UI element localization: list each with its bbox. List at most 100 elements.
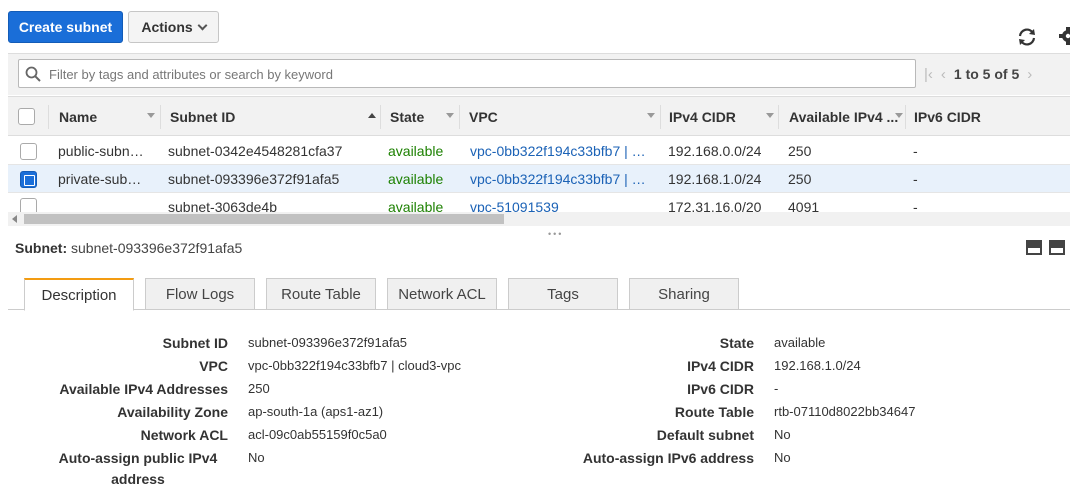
row-checkbox[interactable] bbox=[20, 143, 37, 160]
cell-ipv4-cidr: 172.31.16.0/20 bbox=[668, 199, 762, 212]
tab-sharing[interactable]: Sharing bbox=[629, 278, 739, 310]
create-subnet-button[interactable]: Create subnet bbox=[8, 11, 123, 43]
column-state-label: State bbox=[390, 109, 425, 125]
detail-title-label: Subnet: bbox=[15, 240, 68, 256]
state-value: available bbox=[774, 335, 826, 350]
default-subnet-label: Default subnet bbox=[656, 427, 754, 443]
table-row[interactable]: subnet-3063de4b available vpc-51091539 1… bbox=[8, 193, 1070, 212]
availability-zone-label: Availability Zone bbox=[117, 404, 228, 420]
chevron-down-icon bbox=[197, 20, 208, 30]
column-ipv6-cidr[interactable]: IPv6 CIDR bbox=[914, 97, 1014, 137]
cell-vpc-link[interactable]: vpc-51091539 bbox=[470, 193, 655, 212]
ipv6-cidr-value: - bbox=[774, 381, 779, 396]
tab-route-table[interactable]: Route Table bbox=[266, 278, 376, 310]
column-subnet-id-label: Subnet ID bbox=[170, 109, 236, 125]
column-vpc-label: VPC bbox=[469, 109, 498, 125]
resize-handle-icon[interactable]: ••• bbox=[548, 229, 563, 239]
column-state[interactable]: State bbox=[390, 97, 458, 137]
column-vpc[interactable]: VPC bbox=[469, 97, 659, 137]
detail-title: Subnet: subnet-093396e372f91afa5 bbox=[15, 240, 242, 256]
available-ipv4-addresses-value: 250 bbox=[248, 381, 270, 396]
select-all-checkbox[interactable] bbox=[18, 108, 35, 125]
auto-assign-ipv6-value: No bbox=[774, 450, 791, 465]
search-icon bbox=[25, 66, 41, 82]
cell-available-ipv4: 250 bbox=[788, 171, 812, 187]
cell-subnet-id: subnet-3063de4b bbox=[168, 199, 277, 212]
subnet-id-label: Subnet ID bbox=[162, 335, 228, 351]
available-ipv4-addresses-label: Available IPv4 Addresses bbox=[59, 381, 228, 397]
tab-tags-label: Tags bbox=[547, 285, 579, 303]
auto-assign-public-ipv4-value: No bbox=[248, 450, 265, 465]
cell-ipv6-cidr: - bbox=[913, 143, 918, 159]
cell-ipv4-cidr: 192.168.1.0/24 bbox=[668, 171, 762, 187]
subnet-id-value: subnet-093396e372f91afa5 bbox=[248, 335, 408, 350]
tab-network-acl-label: Network ACL bbox=[398, 285, 486, 303]
tab-sharing-label: Sharing bbox=[658, 285, 710, 303]
gear-icon[interactable] bbox=[1058, 26, 1070, 46]
create-subnet-label: Create subnet bbox=[18, 19, 113, 35]
column-name-label: Name bbox=[59, 109, 98, 125]
route-table-link[interactable]: rtb-07110d8022bb34647 bbox=[774, 402, 915, 422]
tab-tags[interactable]: Tags bbox=[508, 278, 618, 310]
ipv4-cidr-value: 192.168.1.0/24 bbox=[774, 358, 861, 373]
table-header: Name Subnet ID State VPC IPv4 CIDR Avail… bbox=[8, 96, 1070, 136]
first-page-icon[interactable]: |‹ bbox=[924, 66, 933, 83]
cell-available-ipv4: 4091 bbox=[788, 199, 820, 212]
cell-state: available bbox=[388, 171, 444, 187]
cell-available-ipv4: 250 bbox=[788, 143, 812, 159]
ipv6-cidr-label: IPv6 CIDR bbox=[687, 381, 754, 397]
column-name[interactable]: Name bbox=[59, 97, 159, 137]
prev-page-icon[interactable]: ‹ bbox=[941, 66, 946, 83]
network-acl-label: Network ACL bbox=[140, 427, 228, 443]
cell-ipv6-cidr: - bbox=[913, 199, 918, 212]
cell-state: available bbox=[388, 143, 444, 159]
search-input[interactable] bbox=[47, 63, 907, 85]
column-available-ipv4[interactable]: Available IPv4 ... bbox=[789, 97, 903, 137]
search-field[interactable] bbox=[18, 59, 916, 88]
vpc-label: VPC bbox=[199, 358, 228, 374]
network-acl-link[interactable]: acl-09c0ab55159f0c5a0 bbox=[248, 425, 387, 445]
tab-network-acl[interactable]: Network ACL bbox=[387, 278, 497, 310]
column-ipv6-cidr-label: IPv6 CIDR bbox=[914, 109, 981, 125]
state-label: State bbox=[719, 335, 754, 351]
tab-flow-logs[interactable]: Flow Logs bbox=[145, 278, 255, 310]
ipv4-cidr-label: IPv4 CIDR bbox=[687, 358, 754, 374]
table-row[interactable]: private-sub… subnet-093396e372f91afa5 av… bbox=[8, 165, 1070, 193]
next-page-icon[interactable]: › bbox=[1027, 66, 1032, 83]
column-subnet-id[interactable]: Subnet ID bbox=[170, 97, 380, 137]
row-checkbox[interactable] bbox=[20, 171, 37, 188]
cell-ipv6-cidr: - bbox=[913, 171, 918, 187]
vpc-link[interactable]: vpc-0bb322f194c33bfb7 | cloud3-vpc bbox=[248, 356, 461, 376]
cell-name: private-sub… bbox=[58, 171, 142, 187]
row-checkbox[interactable] bbox=[20, 198, 37, 212]
horizontal-scrollbar[interactable] bbox=[8, 212, 1070, 226]
pagination-text: 1 to 5 of 5 bbox=[953, 66, 1020, 82]
cell-name: public-subn… bbox=[58, 143, 144, 159]
tab-description-label: Description bbox=[41, 286, 117, 304]
auto-assign-public-ipv4-label: Auto-assign public IPv4 address bbox=[58, 450, 218, 487]
tab-route-table-label: Route Table bbox=[281, 285, 361, 303]
pagination: |‹ ‹ 1 to 5 of 5 › bbox=[924, 64, 1032, 84]
scrollbar-thumb[interactable] bbox=[24, 214, 504, 224]
panel-bottom-icon[interactable] bbox=[1026, 240, 1042, 255]
default-subnet-value: No bbox=[774, 427, 791, 442]
panel-maximize-icon[interactable] bbox=[1049, 240, 1065, 255]
route-table-label: Route Table bbox=[674, 404, 754, 420]
tab-flow-logs-label: Flow Logs bbox=[165, 285, 235, 303]
column-ipv4-cidr[interactable]: IPv4 CIDR bbox=[669, 97, 778, 137]
detail-title-value: subnet-093396e372f91afa5 bbox=[71, 240, 243, 256]
auto-assign-ipv6-label: Auto-assign IPv6 address bbox=[582, 450, 754, 466]
scroll-left-icon[interactable] bbox=[12, 215, 17, 223]
tab-description[interactable]: Description bbox=[24, 278, 134, 311]
cell-subnet-id: subnet-0342e4548281cfa37 bbox=[168, 143, 343, 159]
column-available-ipv4-label: Available IPv4 ... bbox=[789, 109, 899, 125]
cell-subnet-id: subnet-093396e372f91afa5 bbox=[168, 171, 340, 187]
refresh-icon[interactable] bbox=[1016, 26, 1038, 48]
actions-label: Actions bbox=[141, 19, 193, 35]
cell-ipv4-cidr: 192.168.0.0/24 bbox=[668, 143, 762, 159]
availability-zone-value: ap-south-1a (aps1-az1) bbox=[248, 404, 384, 419]
table-row[interactable]: public-subn… subnet-0342e4548281cfa37 av… bbox=[8, 137, 1070, 165]
cell-vpc-link[interactable]: vpc-0bb322f194c33bfb7 | … bbox=[470, 137, 655, 165]
cell-vpc-link[interactable]: vpc-0bb322f194c33bfb7 | … bbox=[470, 165, 655, 193]
actions-dropdown-button[interactable]: Actions bbox=[128, 11, 219, 43]
